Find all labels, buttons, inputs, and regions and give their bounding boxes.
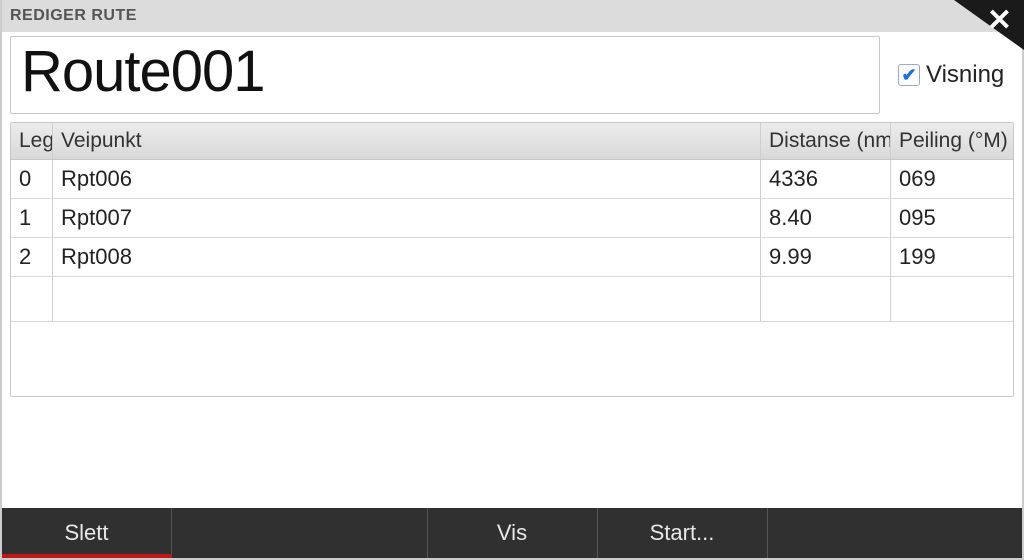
active-tab-underline <box>2 554 172 558</box>
waypoints-table: Leg Veipunkt Distanse (nm) Peiling (°M) … <box>10 122 1014 397</box>
toolbar-spacer <box>172 508 428 558</box>
table-row[interactable]: 0 Rpt006 4336 069 <box>11 160 1013 199</box>
route-name-value: Route001 <box>21 43 869 101</box>
cell-waypoint <box>53 277 761 321</box>
route-name-input[interactable]: Route001 <box>10 36 880 114</box>
start-button[interactable]: Start... <box>598 508 768 558</box>
close-button[interactable]: ✕ <box>934 0 1024 50</box>
cell-leg <box>11 277 53 321</box>
close-icon: ✕ <box>987 6 1012 36</box>
cell-distance <box>761 277 891 321</box>
col-header-waypoint[interactable]: Veipunkt <box>53 123 761 159</box>
toolbar-spacer <box>768 508 1023 558</box>
cell-leg: 2 <box>11 238 53 276</box>
cell-leg: 0 <box>11 160 53 198</box>
check-icon: ✔ <box>901 66 916 84</box>
table-row[interactable]: 1 Rpt007 8.40 095 <box>11 199 1013 238</box>
col-header-leg[interactable]: Leg <box>11 123 53 159</box>
content-area: Route001 ✔ Visning Leg Veipunkt Distanse… <box>2 32 1022 508</box>
cell-bearing: 069 <box>891 160 1013 198</box>
cell-bearing: 199 <box>891 238 1013 276</box>
table-header: Leg Veipunkt Distanse (nm) Peiling (°M) <box>11 123 1013 160</box>
table-row[interactable]: 2 Rpt008 9.99 199 <box>11 238 1013 277</box>
window-title: REDIGER RUTE <box>10 7 137 25</box>
col-header-distance[interactable]: Distanse (nm) <box>761 123 891 159</box>
table-row-empty[interactable] <box>11 277 1013 322</box>
display-toggle[interactable]: ✔ Visning <box>898 61 1004 89</box>
cell-waypoint: Rpt007 <box>53 199 761 237</box>
show-button[interactable]: Vis <box>428 508 598 558</box>
display-toggle-label: Visning <box>926 61 1004 89</box>
bottom-toolbar: Slett Vis Start... <box>2 508 1022 558</box>
cell-bearing <box>891 277 1013 321</box>
cell-distance: 8.40 <box>761 199 891 237</box>
edit-route-window: REDIGER RUTE ✕ Route001 ✔ Visning Leg Ve… <box>0 0 1024 560</box>
cell-waypoint: Rpt006 <box>53 160 761 198</box>
cell-waypoint: Rpt008 <box>53 238 761 276</box>
cell-distance: 4336 <box>761 160 891 198</box>
table-scroll-area[interactable] <box>11 322 1013 396</box>
titlebar: REDIGER RUTE ✕ <box>2 0 1022 32</box>
cell-bearing: 095 <box>891 199 1013 237</box>
cell-leg: 1 <box>11 199 53 237</box>
delete-button[interactable]: Slett <box>2 508 172 558</box>
display-checkbox[interactable]: ✔ <box>898 64 920 86</box>
route-name-row: Route001 ✔ Visning <box>10 36 1014 114</box>
cell-distance: 9.99 <box>761 238 891 276</box>
col-header-bearing[interactable]: Peiling (°M) <box>891 123 1013 159</box>
